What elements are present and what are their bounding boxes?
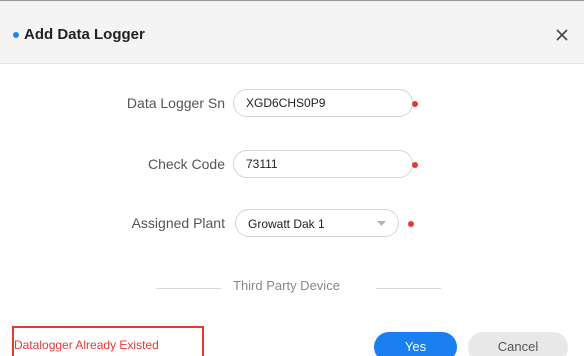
- check-code-row: Check Code: [0, 149, 584, 179]
- required-indicator: [408, 221, 414, 227]
- third-party-device-link[interactable]: Third Party Device: [233, 277, 340, 295]
- check-code-label: Check Code: [147, 156, 225, 172]
- dialog-header: Add Data Logger: [0, 1, 584, 64]
- assigned-plant-value: Growatt Dak 1: [248, 217, 325, 231]
- required-indicator: [412, 101, 418, 107]
- cancel-button[interactable]: Cancel: [468, 332, 568, 356]
- logger-sn-label: Data Logger Sn: [126, 95, 225, 111]
- error-message: Datalogger Already Existed: [14, 338, 159, 352]
- assigned-plant-select[interactable]: Growatt Dak 1: [235, 209, 399, 237]
- dialog-title: Add Data Logger: [24, 26, 145, 43]
- chevron-down-icon: [377, 221, 386, 226]
- logger-sn-input[interactable]: [233, 89, 413, 117]
- divider-line-right: [376, 288, 441, 289]
- assigned-plant-label: Assigned Plant: [131, 215, 225, 231]
- close-icon: [556, 29, 568, 41]
- add-data-logger-dialog: Add Data Logger Data Logger Sn Check Cod…: [0, 0, 584, 356]
- required-indicator: [412, 162, 418, 168]
- check-code-input[interactable]: [233, 150, 413, 178]
- logger-sn-row: Data Logger Sn: [0, 88, 584, 118]
- title-bullet-icon: [13, 32, 19, 38]
- yes-button[interactable]: Yes: [374, 332, 457, 356]
- close-button[interactable]: [550, 23, 574, 47]
- divider-line-left: [156, 288, 221, 289]
- assigned-plant-row: Assigned Plant Growatt Dak 1: [0, 208, 584, 238]
